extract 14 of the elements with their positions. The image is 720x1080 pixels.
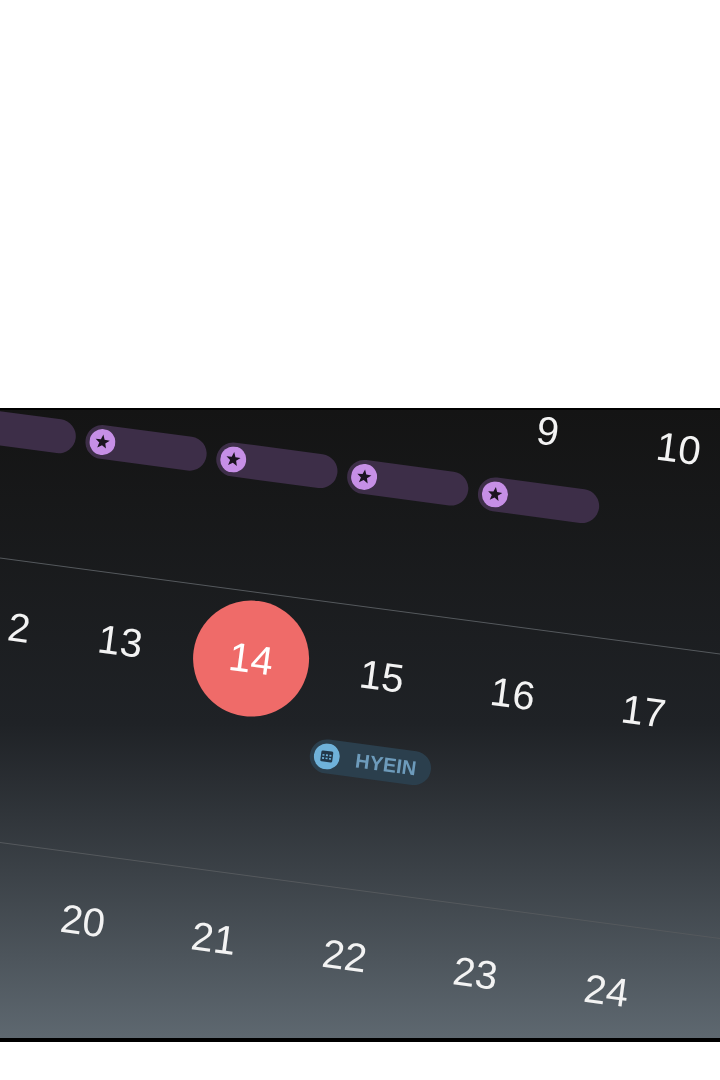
date-button[interactable]: 23 — [451, 954, 500, 992]
date-button[interactable]: 13 — [96, 622, 145, 660]
date-button[interactable]: 15 — [357, 657, 407, 695]
date-button[interactable]: 10 — [654, 429, 703, 468]
date-button[interactable]: 20 — [58, 901, 108, 940]
date-button[interactable]: 9 — [534, 413, 561, 449]
calendar-icon — [312, 741, 342, 772]
date-button[interactable]: 16 — [488, 674, 537, 713]
date-button[interactable]: 21 — [189, 919, 238, 957]
date-button[interactable]: 24 — [582, 971, 631, 1010]
date-button[interactable]: 17 — [619, 692, 668, 730]
date-button[interactable]: 22 — [320, 936, 369, 975]
event-chip[interactable]: HYEIN — [307, 737, 434, 788]
date-button[interactable]: 2 — [6, 610, 33, 645]
